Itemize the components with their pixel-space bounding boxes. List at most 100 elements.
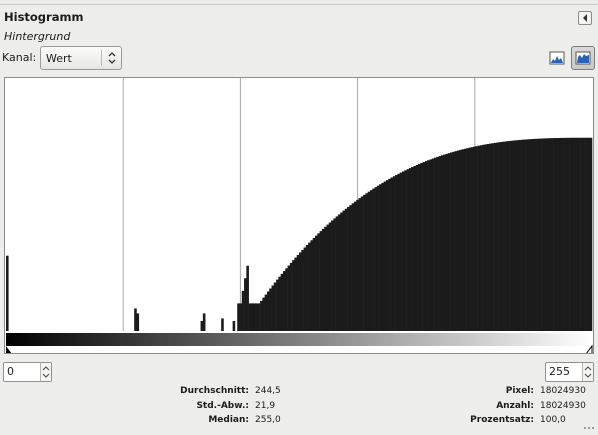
histogram-bar: [537, 138, 540, 331]
histogram-bar: [582, 137, 586, 331]
histogram-bar: [463, 148, 467, 331]
histogram-bar: [559, 137, 563, 331]
histogram-bar: [436, 156, 439, 331]
histogram-bar: [363, 194, 366, 331]
histogram-bar: [367, 191, 371, 331]
histogram-bar: [264, 294, 268, 331]
detach-tab-icon: [583, 14, 587, 22]
histogram-bar: [488, 143, 492, 331]
histogram-bar: [422, 162, 426, 331]
histogram-bar: [392, 176, 396, 331]
histogram-bar: [278, 276, 281, 331]
histogram-bar: [402, 171, 405, 331]
range-low-stepper[interactable]: [40, 363, 51, 381]
histogram-bar: [475, 146, 478, 331]
histogram-bar: [543, 138, 547, 331]
histogram-bar: [351, 203, 355, 331]
histogram-bar: [502, 141, 506, 331]
histogram-bar: [294, 257, 298, 331]
stat-value-mean: 244,5: [255, 386, 281, 396]
stat-value-count-row: 18024930: [540, 401, 586, 411]
histogram-bar: [388, 178, 391, 331]
histogram-bar: [390, 177, 394, 331]
stat-label-std: Std.-Abw.:: [196, 401, 249, 411]
histogram-bar: [550, 138, 554, 331]
histogram-bar: [287, 265, 291, 331]
logarithmic-histogram-button[interactable]: [571, 46, 595, 70]
histogram-bar: [461, 149, 465, 331]
histogram-bar: [459, 149, 462, 331]
histogram-bar: [312, 237, 316, 331]
histogram-bar: [438, 156, 442, 331]
histogram-bar: [534, 138, 538, 331]
histogram-bar: [511, 140, 515, 331]
histogram-bar: [255, 303, 259, 331]
histogram-bar: [280, 273, 284, 331]
histogram-bar: [301, 249, 304, 331]
channel-select[interactable]: Wert: [40, 46, 122, 70]
histogram-bar: [337, 214, 341, 331]
histogram-bar: [466, 148, 469, 331]
histogram-bar: [358, 198, 362, 331]
histogram-bar: [445, 153, 449, 331]
stat-value-mean-row: 244,5: [255, 386, 281, 396]
histogram-bar: [282, 271, 286, 331]
linear-histogram-button[interactable]: [545, 46, 569, 70]
histogram-bar: [383, 181, 387, 331]
histogram-bar: [518, 139, 522, 331]
linear-histogram-icon: [549, 51, 565, 65]
histogram-bar: [305, 245, 309, 331]
stat-value-median-row: 255,0: [255, 415, 281, 425]
histogram-bar: [335, 216, 339, 331]
detach-tab-button[interactable]: [578, 11, 592, 25]
range-high-value: 255: [549, 365, 570, 378]
histogram-bar: [250, 303, 254, 331]
histogram-bar: [507, 141, 510, 331]
histogram-bar: [266, 291, 270, 331]
histogram-bar: [331, 220, 334, 331]
histogram-bar: [580, 137, 584, 331]
histogram-bar: [493, 142, 497, 331]
histogram-bar: [431, 158, 435, 331]
range-high-stepper[interactable]: [582, 363, 593, 381]
high-range-handle[interactable]: [586, 344, 593, 353]
resize-grip-icon[interactable]: [582, 425, 596, 433]
stat-label-median: Median:: [208, 415, 249, 425]
histogram-bar: [253, 303, 256, 331]
histogram-bar: [447, 153, 451, 331]
stat-value-pixels-row: 18024930: [540, 386, 586, 396]
histogram-bar: [495, 142, 499, 331]
dialog-title: Histogramm: [4, 10, 84, 24]
histogram-bar: [557, 137, 561, 331]
histogram-bar: [406, 169, 410, 331]
histogram-bar: [555, 138, 558, 331]
range-high-spinner[interactable]: 255: [545, 362, 594, 382]
stat-value-std-row: 21,9: [255, 401, 275, 411]
histogram-bar: [573, 137, 577, 331]
histogram-bar: [562, 137, 565, 331]
histogram-bar: [479, 145, 483, 331]
channel-select-separator: [101, 50, 102, 66]
histogram-view[interactable]: [4, 77, 594, 354]
histogram-bar: [509, 140, 513, 331]
histogram-bar: [397, 173, 401, 331]
histogram-bar: [260, 300, 263, 331]
histogram-bar: [372, 188, 375, 331]
histogram-bar: [527, 139, 531, 331]
range-low-spinner[interactable]: 0: [3, 362, 52, 382]
histogram-bar: [271, 285, 275, 331]
histogram-bar: [360, 196, 364, 331]
histogram-bar: [246, 265, 249, 331]
channel-selected-value: Wert: [46, 52, 72, 65]
histogram-bar: [427, 160, 430, 331]
low-range-handle[interactable]: [6, 346, 12, 353]
histogram-bar: [395, 175, 398, 331]
histogram-bar: [486, 144, 490, 331]
histogram-bar: [548, 138, 552, 331]
histogram-bar: [418, 163, 421, 331]
histogram-bar: [257, 303, 261, 331]
histogram-bar: [221, 318, 224, 331]
stat-label-count: Anzahl:: [496, 401, 534, 411]
histogram-bar: [505, 141, 508, 331]
histogram-bar: [273, 282, 277, 331]
